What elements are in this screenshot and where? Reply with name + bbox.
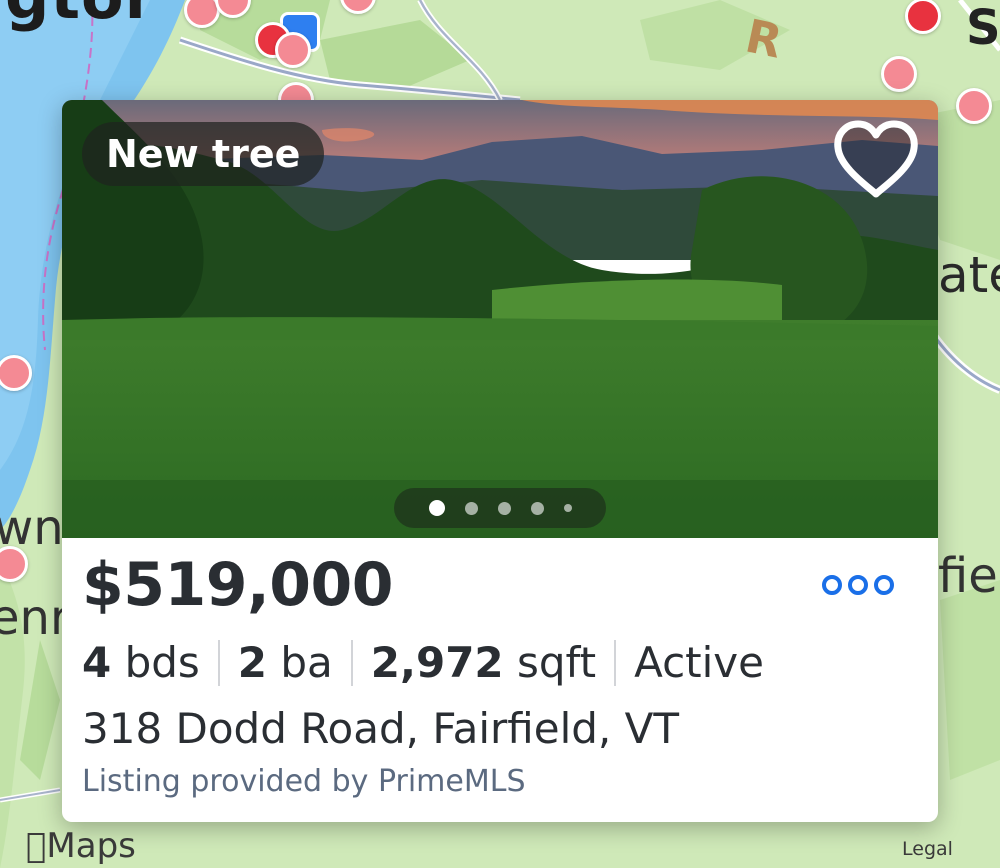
photo-dot[interactable] <box>563 504 572 512</box>
more-options-button[interactable] <box>822 570 894 600</box>
listing-card[interactable]: New tree $519,000 4 bds 2 ba 2,972 sqft <box>62 100 938 822</box>
beds-value: 4 <box>82 638 112 687</box>
sqft-unit: sqft <box>517 638 597 687</box>
stat-divider <box>217 639 220 686</box>
listing-stats: 4 bds 2 ba 2,972 sqft Active <box>82 638 764 687</box>
listing-photo[interactable]: New tree <box>62 100 938 538</box>
listing-provider: Listing provided by PrimeMLS <box>82 764 526 799</box>
map-place-label: S <box>966 0 1000 56</box>
stat-divider <box>350 639 353 686</box>
new-listing-badge: New tree <box>82 122 325 186</box>
photo-pagination[interactable] <box>394 488 606 528</box>
photo-dot[interactable] <box>497 501 511 515</box>
map-listing-pin[interactable] <box>881 56 917 92</box>
sqft-value: 2,972 <box>370 638 504 687</box>
map-listing-pin[interactable] <box>275 32 311 68</box>
listing-address: 318 Dodd Road, Fairfield, VT <box>82 704 680 753</box>
baths-value: 2 <box>237 638 268 687</box>
photo-dot[interactable] <box>428 500 445 516</box>
photo-dot[interactable] <box>530 501 544 515</box>
more-dots-icon <box>874 575 894 595</box>
listing-status: Active <box>634 638 764 687</box>
map-listing-pin[interactable] <box>956 88 992 124</box>
apple-icon:  <box>26 826 46 866</box>
heart-icon <box>834 120 918 198</box>
favorite-button[interactable] <box>830 118 922 204</box>
map-place-label: gtor <box>5 0 156 33</box>
more-dots-icon <box>822 575 842 595</box>
map-place-label: ate <box>938 246 1000 304</box>
beds-unit: bds <box>124 638 200 687</box>
photo-dot[interactable] <box>464 501 478 515</box>
listing-price: $519,000 <box>82 550 394 620</box>
maps-attribution-logo: Maps <box>26 826 136 866</box>
map-place-label: enr <box>0 590 70 646</box>
legal-link[interactable]: Legal <box>902 838 953 860</box>
maps-logo-text: Maps <box>26 826 135 866</box>
stat-divider <box>614 639 617 686</box>
map-place-label: fiel <box>938 548 1000 604</box>
baths-unit: ba <box>280 638 333 687</box>
more-dots-icon <box>848 575 868 595</box>
